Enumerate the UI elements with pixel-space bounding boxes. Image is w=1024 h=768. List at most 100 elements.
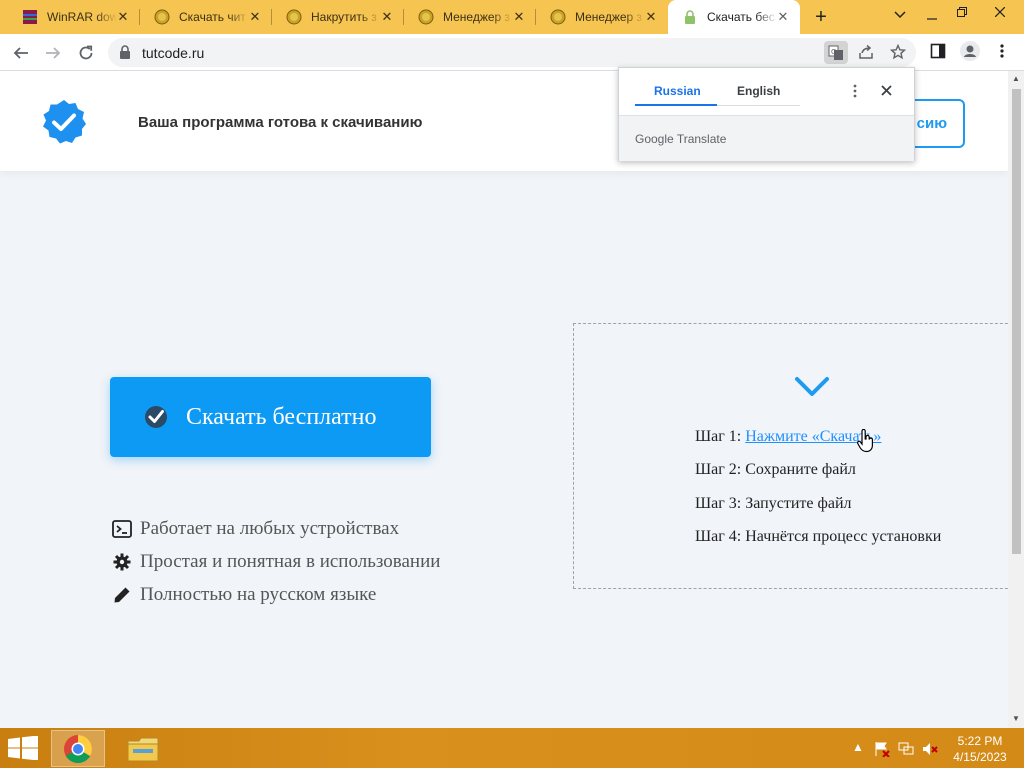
forward-button[interactable] [40,40,66,66]
clock-time: 5:22 PM [957,734,1003,748]
tab-title: Скачать чит [179,10,246,24]
tab-title: Скачать бес [707,10,775,24]
close-icon[interactable]: ✕ [644,10,658,24]
close-icon[interactable]: ✕ [380,10,394,24]
header-title: Ваша программа готова к скачиванию [138,114,423,131]
hand-cursor-icon [857,429,874,453]
winrar-icon [23,10,37,24]
scroll-up-icon[interactable]: ▲ [1012,74,1020,83]
svg-text:G: G [831,48,836,56]
chevron-down-icon [894,11,906,19]
more-options-icon[interactable] [852,84,858,98]
install-steps-panel: Шаг 1: Нажмите «Скачать» Шаг 2: Сохранит… [573,323,1008,589]
feature-text: Работает на любых устройствах [140,518,400,539]
close-icon[interactable]: ✕ [248,10,262,24]
lock-icon [120,45,130,59]
tab-title: Менеджер з [575,10,643,24]
taskbar-file-explorer[interactable] [116,730,170,767]
clock-date: 4/15/2023 [953,750,1007,764]
close-icon[interactable]: ✕ [116,10,130,24]
check-badge-icon [145,406,167,428]
coin-icon [154,9,170,25]
close-icon[interactable]: ✕ [776,10,790,24]
feature-text: Простая и понятная в использовании [140,551,441,572]
lang-tab-english[interactable]: English [737,84,780,98]
close-icon[interactable]: ✕ [512,10,526,24]
google-translate-logo: Google Translate [635,132,727,146]
tab-manager-2[interactable]: Менеджер з ✕ [536,0,668,34]
tab-manager-1[interactable]: Менеджер з ✕ [404,0,536,34]
tab-download-free[interactable]: Скачать бес ✕ [668,0,800,34]
reload-icon [79,45,93,60]
step-4: Шаг 4: Начнётся процесс установки [695,528,941,546]
star-icon[interactable] [890,44,906,60]
step-prefix: Шаг 1: [695,428,746,445]
browser-toolbar: tutcode.ru G [0,34,1024,71]
tab-search-button[interactable] [886,0,914,30]
translate-popup: Russian English Google Translate [618,67,915,161]
restore-button[interactable] [948,0,976,30]
step-text: Запустите файл [745,495,852,512]
step-1: Шаг 1: Нажмите «Скачать» [695,428,881,446]
tab-winrar[interactable]: WinRAR dow ✕ [8,0,140,34]
scroll-down-icon[interactable]: ▼ [1012,714,1020,723]
pen-icon [112,585,132,605]
more-menu-icon[interactable] [998,43,1006,59]
tab-download-cheat[interactable]: Скачать чит ✕ [140,0,272,34]
page-scrollbar[interactable]: ▲ ▼ [1008,71,1024,728]
chevron-down-icon [795,377,829,396]
feature-item: Простая и понятная в использовании [112,551,440,573]
step-2: Шаг 2: Сохраните файл [695,461,856,479]
taskbar-clock[interactable]: 5:22 PM 4/15/2023 [950,733,1010,765]
coin-icon [286,9,302,25]
translate-icon: G [828,45,843,60]
step-text: Начнётся процесс установки [745,528,942,545]
address-bar[interactable]: tutcode.ru G [108,38,916,67]
tab-title: Менеджер з [443,10,511,24]
side-panel-icon[interactable] [930,43,946,59]
feature-item: Работает на любых устройствах [112,518,399,540]
step-prefix: Шаг 2: [695,461,746,478]
download-button-label: Скачать бесплатно [186,403,377,430]
arrow-right-icon [46,47,61,59]
taskbar-chrome[interactable] [51,730,105,767]
step-text: Сохраните файл [745,461,856,478]
network-icon[interactable] [898,741,914,757]
translate-footer: Google Translate [619,115,914,161]
volume-muted-icon[interactable] [922,741,938,757]
translate-button[interactable]: G [824,41,848,64]
step-3: Шаг 3: Запустите файл [695,495,851,513]
restore-icon [957,7,967,17]
windows-start-icon[interactable] [8,736,38,760]
share-icon[interactable] [858,44,874,60]
terminal-icon [112,519,132,539]
web-page: Ваша программа готова к скачиванию сию С… [0,71,1008,728]
reload-button[interactable] [73,40,99,66]
feature-item: Полностью на русском языке [112,584,376,606]
profile-avatar-icon[interactable] [960,41,980,61]
active-tab-indicator [635,104,717,106]
download-free-button[interactable]: Скачать бесплатно [110,377,431,457]
tray-chevron-icon[interactable]: ▲ [852,740,864,754]
tab-strip: WinRAR dow ✕ Скачать чит ✕ Накрутить з ✕… [0,0,1024,34]
folder-icon [127,737,159,761]
minimize-icon [927,18,937,20]
step-prefix: Шаг 3: [695,495,746,512]
tab-boost[interactable]: Накрутить з ✕ [272,0,404,34]
tab-title: Накрутить з [311,10,377,24]
header-button-label: сию [916,115,947,132]
close-window-button[interactable] [982,0,1018,30]
close-icon[interactable] [881,85,892,96]
close-icon [994,6,1006,18]
lang-tab-russian[interactable]: Russian [654,84,701,98]
action-center-flag-icon[interactable] [874,741,890,757]
new-tab-button[interactable]: + [810,7,832,29]
minimize-button[interactable] [918,0,946,30]
scrollbar-thumb[interactable] [1012,89,1021,554]
gear-icon [112,552,132,572]
arrow-left-icon [13,47,28,59]
verified-badge-icon [43,100,86,144]
chrome-icon [64,734,92,763]
back-button[interactable] [8,40,34,66]
feature-text: Полностью на русском языке [140,584,377,605]
